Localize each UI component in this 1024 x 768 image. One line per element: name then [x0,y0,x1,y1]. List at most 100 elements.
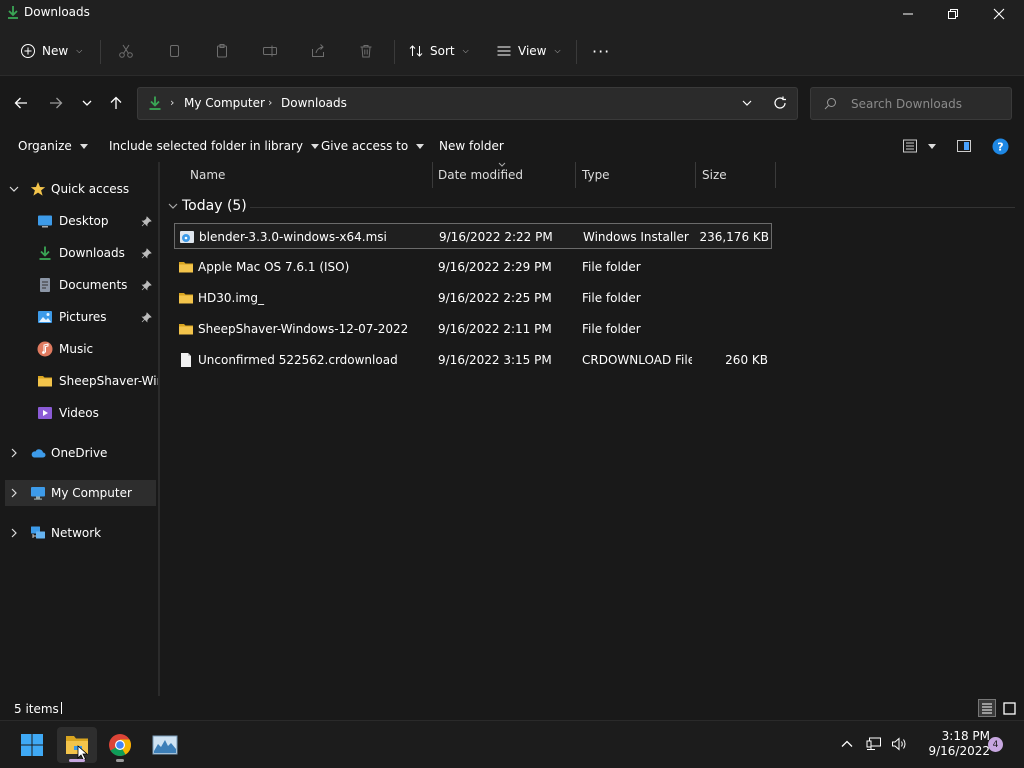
copy-button[interactable] [166,36,182,66]
nav-item-documents[interactable]: Documents [0,272,158,298]
minimize-button[interactable] [885,0,931,28]
monitor-chart-icon [152,735,178,755]
nav-label: Videos [59,406,99,420]
nav-item-desktop[interactable]: Desktop [0,208,158,234]
taskbar-chrome[interactable] [100,727,140,763]
details-view-icon [982,703,992,714]
column-header-type[interactable]: Type [582,168,610,182]
back-button[interactable] [9,91,33,115]
more-icon: ··· [592,41,611,61]
chevron-right-icon: › [268,96,273,109]
view-label: View [518,44,547,58]
chevron-up-icon[interactable] [840,737,854,751]
nav-item-music[interactable]: Music [0,336,158,362]
downloads-icon [8,6,18,19]
star-icon [30,182,46,196]
preview-pane-icon[interactable] [956,138,972,154]
nav-item-pictures[interactable]: Pictures [0,304,158,330]
organize-menu[interactable]: Organize [18,139,88,153]
table-row[interactable]: HD30.img_ 9/16/2022 2:25 PM File folder [174,285,772,311]
column-header-date[interactable]: Date modified [438,168,523,182]
pin-icon[interactable] [141,215,152,227]
give-access-menu[interactable]: Give access to [321,139,425,153]
column-divider[interactable] [775,162,776,188]
item-count: 5 items [14,702,59,716]
new-plus-icon [21,44,35,58]
nav-item-videos[interactable]: Videos [0,400,158,426]
search-icon [824,98,836,110]
give-access-label: Give access to [321,139,409,153]
large-icons-view-toggle[interactable] [1000,699,1018,717]
taskbar-app-monitor[interactable] [145,727,185,763]
column-header-name[interactable]: Name [190,168,225,182]
rename-button[interactable] [262,36,278,66]
view-icon [497,46,511,56]
close-button[interactable] [976,0,1022,28]
pictures-icon [38,311,52,323]
volume-icon[interactable] [891,736,907,752]
videos-icon [38,407,52,419]
taskbar-file-explorer[interactable] [57,727,97,763]
msi-installer-icon [180,231,194,243]
taskbar-clock[interactable]: 3:18 PM 9/16/2022 [910,729,990,759]
table-row[interactable]: blender-3.3.0-windows-x64.msi 9/16/2022 … [174,223,772,249]
file-type: File folder [582,260,641,274]
paste-button[interactable] [214,36,230,66]
minimize-icon [903,13,913,15]
column-divider[interactable] [695,162,696,188]
recent-locations-button[interactable] [75,91,99,115]
column-divider[interactable] [575,162,576,188]
column-header-size[interactable]: Size [702,168,727,182]
refresh-icon[interactable] [773,96,787,110]
details-view-toggle[interactable] [978,699,996,717]
help-icon[interactable]: ? [992,138,1009,155]
breadcrumb-my-computer[interactable]: My Computer [184,96,265,110]
notification-badge[interactable]: 4 [988,737,1003,752]
nav-onedrive[interactable]: OneDrive [0,440,158,466]
chevron-down-icon: ⌵ [76,46,83,55]
up-button[interactable] [104,91,128,115]
change-view-icon[interactable] [902,138,918,154]
group-header-today[interactable]: Today (5) [168,198,247,214]
cut-button[interactable] [118,36,134,66]
breadcrumb-downloads[interactable]: Downloads [281,96,347,110]
address-dropdown-icon[interactable] [741,97,753,109]
svg-text:?: ? [997,141,1003,154]
view-button[interactable]: View ⌵ [496,36,561,66]
network-icon [31,526,45,539]
delete-button[interactable] [358,36,374,66]
start-button[interactable] [12,727,52,763]
pin-icon[interactable] [141,279,152,291]
nav-my-computer[interactable]: My Computer [5,480,156,506]
nav-label: Quick access [51,182,130,196]
cut-icon [119,44,133,58]
column-divider[interactable] [432,162,433,188]
address-bar[interactable]: › My Computer › Downloads [137,87,798,120]
include-in-library-menu[interactable]: Include selected folder in library [109,139,319,153]
nav-label: Network [51,526,102,540]
table-row[interactable]: Apple Mac OS 7.6.1 (ISO) 9/16/2022 2:29 … [174,254,772,280]
forward-button[interactable] [44,91,68,115]
nav-item-downloads[interactable]: Downloads [0,240,158,266]
nav-item-sheepshaver-folder[interactable]: SheepShaver-Windows-12-07-2022 [0,368,158,394]
nav-label: SheepShaver-Windows-12-07-2022 [59,374,158,388]
search-placeholder: Search Downloads [851,97,962,111]
restore-button[interactable] [930,0,976,28]
nav-network[interactable]: Network [0,520,158,546]
nav-quick-access[interactable]: Quick access [0,176,158,202]
chevron-down-icon [168,203,178,209]
table-row[interactable]: SheepShaver-Windows-12-07-2022 9/16/2022… [174,316,772,342]
new-button[interactable]: New ⌵ [20,36,82,66]
restore-icon [948,9,958,19]
pin-icon[interactable] [141,311,152,323]
pin-icon[interactable] [141,247,152,259]
table-row[interactable]: Unconfirmed 522562.crdownload 9/16/2022 … [174,347,772,373]
file-date: 9/16/2022 3:15 PM [438,353,552,367]
sort-button[interactable]: Sort ⌵ [408,36,469,66]
more-options-button[interactable]: ··· [592,36,610,66]
new-folder-button[interactable]: New folder [439,139,504,153]
search-input[interactable]: Search Downloads [810,87,1012,120]
share-button[interactable] [310,36,326,66]
view-options-arrow-icon[interactable] [928,144,936,149]
network-status-icon[interactable] [866,736,882,752]
